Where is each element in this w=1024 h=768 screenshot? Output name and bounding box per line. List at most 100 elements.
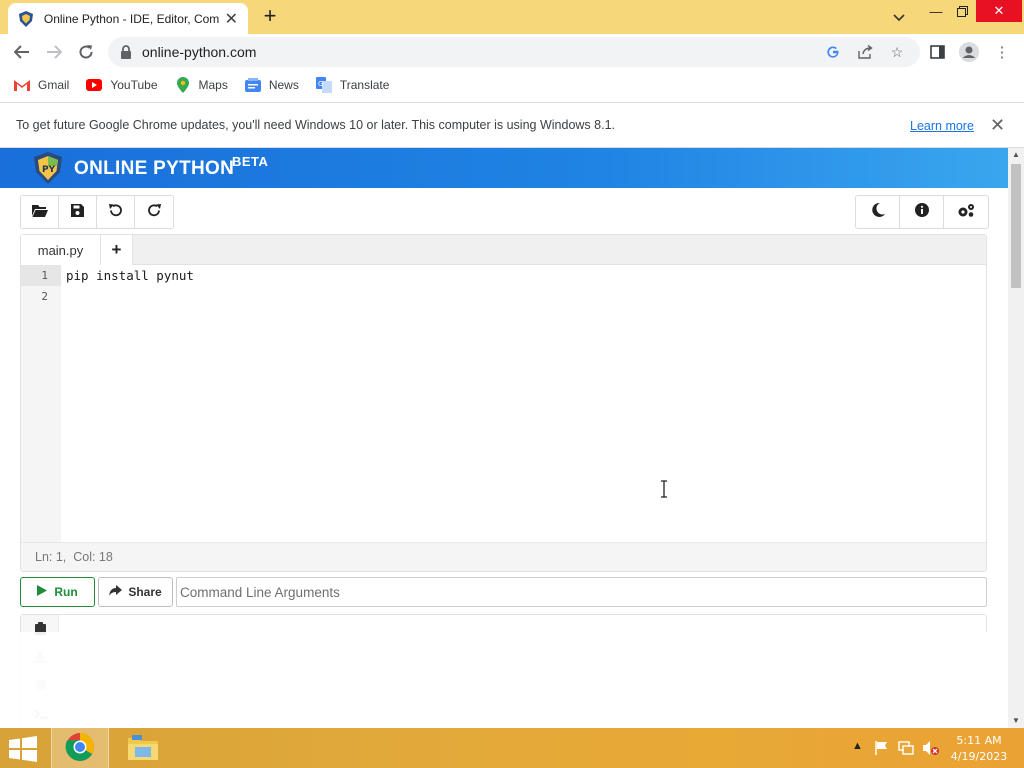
bookmark-label: YouTube <box>110 78 158 92</box>
code-editor: main.py + 1 2 pip install pynut Ln: 1, C… <box>20 234 987 572</box>
share-button[interactable]: Share <box>98 577 173 607</box>
info-button[interactable] <box>900 196 944 228</box>
address-bar[interactable]: online-python.com ☆ <box>108 37 920 67</box>
restore-icon[interactable] <box>950 0 974 22</box>
system-clock[interactable]: 5:11 AM 4/19/2023 <box>950 733 1008 765</box>
site-brand[interactable]: ONLINE PYTHON <box>74 158 234 180</box>
chrome-icon <box>65 732 95 765</box>
file-toolbar <box>20 195 174 229</box>
volume-muted-icon[interactable] <box>922 740 940 759</box>
infobar-message: To get future Google Chrome updates, you… <box>16 118 615 132</box>
python-shield-logo-icon[interactable]: PY <box>32 151 64 185</box>
open-folder-icon <box>31 204 48 221</box>
tab-title: Online Python - IDE, Editor, Compiler <box>43 11 219 26</box>
folder-icon <box>127 733 159 764</box>
share-label: Share <box>128 585 162 599</box>
bookmark-gmail[interactable]: Gmail <box>14 77 69 93</box>
code-line[interactable]: pip install pynut <box>66 265 194 286</box>
network-icon[interactable] <box>898 740 914 759</box>
youtube-icon <box>86 77 103 93</box>
line-number: 1 <box>21 265 61 286</box>
scroll-up-arrow-icon[interactable]: ▲ <box>1008 148 1024 162</box>
page-overlay <box>0 632 1008 728</box>
scroll-down-arrow-icon[interactable]: ▼ <box>1008 714 1024 728</box>
bookmark-youtube[interactable]: YouTube <box>86 77 158 93</box>
page-scrollbar[interactable]: ▲ ▼ <box>1008 148 1024 728</box>
run-label: Run <box>54 585 78 599</box>
view-toolbar <box>855 195 989 229</box>
tab-search-chevron-icon[interactable] <box>888 7 910 29</box>
settings-button[interactable] <box>944 196 988 228</box>
back-arrow-icon[interactable] <box>10 40 34 64</box>
taskbar-chrome[interactable] <box>51 728 109 768</box>
forward-arrow-icon[interactable] <box>42 40 66 64</box>
learn-more-link[interactable]: Learn more <box>910 119 974 133</box>
web-page: PY ONLINE PYTHON BETA main.py + 1 2 pip … <box>0 148 1008 728</box>
update-infobar: To get future Google Chrome updates, you… <box>0 102 1024 148</box>
open-folder-button[interactable] <box>21 196 59 228</box>
site-header: PY ONLINE PYTHON BETA <box>0 148 1008 188</box>
logo-text: PY <box>42 165 56 175</box>
browser-tab[interactable]: Online Python - IDE, Editor, Compiler ✕ <box>8 3 248 34</box>
bookmark-maps[interactable]: Maps <box>175 77 228 93</box>
dark-mode-button[interactable] <box>856 196 900 228</box>
infobar-close-icon[interactable]: ✕ <box>990 115 1005 136</box>
bookmarks-bar: Gmail YouTube Maps News G Translate <box>0 70 1024 100</box>
new-tab-button[interactable]: + <box>258 4 282 28</box>
news-icon <box>244 77 261 93</box>
settings-icon <box>957 203 975 222</box>
undo-icon <box>108 203 123 222</box>
maps-icon <box>175 77 191 93</box>
windows-taskbar: ▲ 5:11 AM 4/19/2023 <box>0 728 1024 768</box>
site-favicon-icon <box>18 10 34 27</box>
add-file-button[interactable]: + <box>101 235 133 265</box>
chrome-menu-icon[interactable]: ⋮ <box>990 40 1014 64</box>
clock-time: 5:11 AM <box>956 734 1002 747</box>
browser-tab-strip: Online Python - IDE, Editor, Compiler ✕ … <box>0 0 1024 34</box>
clock-date: 4/19/2023 <box>950 750 1008 763</box>
scrollbar-thumb[interactable] <box>1011 164 1021 288</box>
bookmark-label: News <box>268 78 299 92</box>
share-page-icon[interactable] <box>854 37 876 67</box>
code-area[interactable]: pip install pynut <box>66 265 194 286</box>
redo-icon <box>147 203 162 222</box>
url-text[interactable]: online-python.com <box>142 44 256 60</box>
reload-icon[interactable] <box>74 40 98 64</box>
action-center-flag-icon[interactable] <box>874 740 890 759</box>
google-g-icon[interactable] <box>822 37 844 67</box>
windows-start-icon[interactable] <box>8 736 40 762</box>
info-icon <box>914 203 929 221</box>
share-arrow-icon <box>109 585 123 599</box>
minimize-icon[interactable]: — <box>924 0 948 22</box>
play-icon <box>37 585 48 599</box>
redo-button[interactable] <box>135 196 173 228</box>
undo-button[interactable] <box>97 196 135 228</box>
bookmark-translate[interactable]: G Translate <box>315 77 390 93</box>
bookmark-star-icon[interactable]: ☆ <box>886 37 908 67</box>
text-cursor-icon <box>660 480 668 498</box>
lock-icon[interactable] <box>120 45 132 59</box>
taskbar-file-explorer[interactable] <box>114 728 172 768</box>
editor-status-bar: Ln: 1, Col: 18 <box>21 542 986 571</box>
tab-main-py[interactable]: main.py <box>21 235 101 265</box>
line-number: 2 <box>41 290 48 303</box>
bookmark-label: Translate <box>339 78 390 92</box>
svg-text:G: G <box>318 80 323 88</box>
save-icon <box>71 203 84 221</box>
side-panel-icon[interactable] <box>925 40 949 64</box>
tab-close-icon[interactable]: ✕ <box>225 9 238 29</box>
translate-icon: G <box>315 77 332 93</box>
moon-icon <box>870 202 886 222</box>
command-line-args-input[interactable] <box>176 577 987 607</box>
cursor-position: Ln: 1, Col: 18 <box>35 550 113 564</box>
profile-avatar-icon[interactable] <box>957 40 981 64</box>
beta-badge: BETA <box>232 154 269 169</box>
bookmark-news[interactable]: News <box>244 77 299 93</box>
save-button[interactable] <box>59 196 97 228</box>
tray-overflow-icon[interactable]: ▲ <box>852 740 863 752</box>
line-gutter: 1 2 <box>21 265 61 542</box>
browser-toolbar: online-python.com ☆ ⋮ <box>0 34 1024 70</box>
window-close-icon[interactable]: ✕ <box>976 0 1022 22</box>
bookmark-label: Maps <box>198 78 228 92</box>
run-button[interactable]: Run <box>20 577 95 607</box>
